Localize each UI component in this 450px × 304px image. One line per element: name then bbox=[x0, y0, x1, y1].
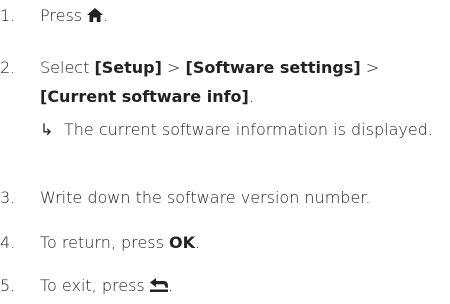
step-number: 3. bbox=[0, 188, 16, 207]
step-prefix: Press bbox=[40, 6, 83, 25]
ok-key: OK bbox=[169, 233, 196, 252]
menu-software-settings: [Software settings] bbox=[185, 58, 361, 77]
step-suffix: . bbox=[195, 233, 201, 252]
step-suffix: . bbox=[248, 87, 254, 106]
result-text: The current software information is disp… bbox=[64, 120, 433, 139]
step-text: [Current software info]. bbox=[40, 85, 254, 108]
menu-separator: > bbox=[365, 58, 380, 77]
result-arrow-icon: ↳ bbox=[40, 120, 54, 139]
step-number: 1. bbox=[0, 6, 16, 25]
step-prefix: To return, press bbox=[40, 233, 164, 252]
step-text: Select [Setup] > [Software settings] > bbox=[40, 56, 379, 79]
step-suffix: . bbox=[167, 276, 173, 295]
step-text: To return, press OK. bbox=[40, 231, 200, 254]
menu-current-software-info: [Current software info] bbox=[40, 87, 249, 106]
back-icon bbox=[149, 278, 168, 292]
step-suffix: . bbox=[103, 6, 109, 25]
step-text: To exit, press . bbox=[40, 274, 173, 297]
step-number: 5. bbox=[0, 276, 16, 295]
step-prefix: To exit, press bbox=[40, 276, 145, 295]
step-number: 2. bbox=[0, 58, 16, 77]
menu-setup: [Setup] bbox=[94, 58, 162, 77]
step-number: 4. bbox=[0, 233, 16, 252]
menu-separator: > bbox=[167, 58, 181, 77]
home-icon bbox=[87, 8, 104, 22]
step-text: Press . bbox=[40, 4, 108, 27]
step-prefix: Select bbox=[40, 58, 90, 77]
step-text: Write down the software version number. bbox=[40, 188, 371, 207]
